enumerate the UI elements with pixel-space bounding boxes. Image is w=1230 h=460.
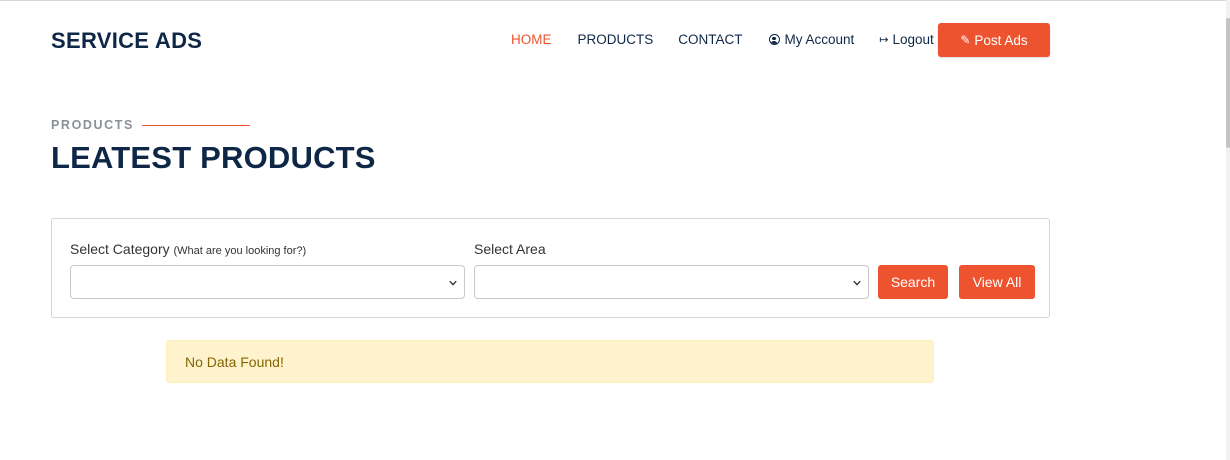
product-filter-panel: Select Category (What are you looking fo… xyxy=(51,218,1050,318)
user-circle-icon xyxy=(768,34,780,45)
scrollbar-thumb[interactable] xyxy=(1226,18,1230,148)
window-top-border xyxy=(0,0,1230,4)
category-select[interactable] xyxy=(70,265,465,299)
page-title: LEATEST PRODUCTS xyxy=(51,140,376,175)
sign-out-icon: ↦ xyxy=(879,34,889,46)
nav-logout[interactable]: ↦ Logout xyxy=(879,32,934,47)
edit-icon: ✎ xyxy=(960,33,971,47)
category-label: Select Category (What are you looking fo… xyxy=(70,241,306,257)
nav-logout-label: Logout xyxy=(892,32,934,47)
scrollbar-track[interactable] xyxy=(1226,0,1230,460)
category-label-text: Select Category xyxy=(70,241,170,257)
nav-contact[interactable]: CONTACT xyxy=(678,32,742,47)
main-nav: HOME PRODUCTS CONTACT My Account ↦ Logou… xyxy=(511,32,934,47)
chevron-down-icon xyxy=(449,280,457,286)
nav-my-account[interactable]: My Account xyxy=(768,32,855,47)
nav-my-account-label: My Account xyxy=(784,32,855,47)
eyebrow-divider xyxy=(142,125,250,126)
no-data-alert: No Data Found! xyxy=(166,340,934,383)
nav-home[interactable]: HOME xyxy=(511,32,552,47)
nav-products[interactable]: PRODUCTS xyxy=(578,32,654,47)
post-ads-button[interactable]: ✎ Post Ads xyxy=(938,23,1050,57)
chevron-down-icon xyxy=(853,280,861,286)
category-hint: (What are you looking for?) xyxy=(173,245,307,257)
site-logo[interactable]: SERVICE ADS xyxy=(51,28,202,54)
post-ads-label: Post Ads xyxy=(974,32,1028,48)
area-label: Select Area xyxy=(474,241,546,257)
section-eyebrow: PRODUCTS xyxy=(51,118,134,132)
area-select[interactable] xyxy=(474,265,869,299)
search-button[interactable]: Search xyxy=(878,265,948,299)
view-all-button[interactable]: View All xyxy=(959,265,1035,299)
